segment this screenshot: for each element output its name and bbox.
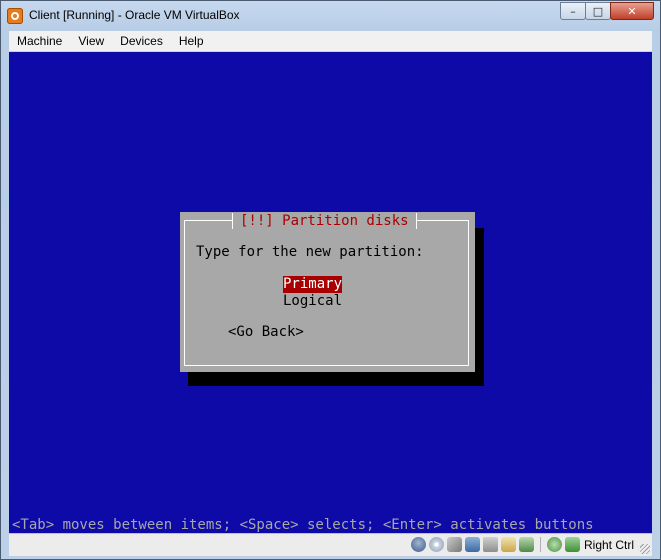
menu-help[interactable]: Help (171, 31, 212, 51)
keyboard-hint: <Tab> moves between items; <Space> selec… (12, 517, 594, 533)
maximize-button[interactable]: □ (585, 2, 611, 20)
shared-folders-icon[interactable] (501, 537, 516, 552)
go-back-button[interactable]: <Go Back> (228, 324, 304, 341)
keyboard-capture-icon[interactable] (565, 537, 580, 552)
option-primary[interactable]: Primary (283, 276, 343, 293)
resize-grip[interactable] (640, 544, 650, 554)
menu-machine[interactable]: Machine (9, 31, 70, 51)
dialog-title: [!!] Partition disks (232, 212, 417, 230)
option-logical[interactable]: Logical (283, 293, 342, 310)
virtualbox-app-icon[interactable] (7, 8, 23, 24)
status-icons (411, 537, 580, 552)
optical-drive-icon[interactable] (429, 537, 444, 552)
hard-disk-icon[interactable] (411, 537, 426, 552)
guest-screen[interactable]: [!!] Partition disks Type for the new pa… (9, 52, 652, 533)
menu-bar: Machine View Devices Help (9, 31, 652, 52)
virtualbox-window: Client [Running] - Oracle VM VirtualBox … (0, 0, 661, 560)
host-key-label: Right Ctrl (583, 538, 634, 552)
window-controls: – □ ✕ (560, 2, 654, 21)
network-icon[interactable] (465, 537, 480, 552)
status-bar: Right Ctrl (9, 533, 652, 556)
title-bar[interactable]: Client [Running] - Oracle VM VirtualBox … (1, 1, 660, 31)
partition-type-prompt: Type for the new partition: (196, 244, 424, 260)
minimize-button[interactable]: – (560, 2, 586, 20)
remote-display-icon[interactable] (519, 537, 534, 552)
floppy-icon[interactable] (447, 537, 462, 552)
usb-icon[interactable] (483, 537, 498, 552)
partition-dialog: [!!] Partition disks Type for the new pa… (180, 212, 475, 372)
mouse-integration-icon[interactable] (547, 537, 562, 552)
menu-devices[interactable]: Devices (112, 31, 171, 51)
menu-view[interactable]: View (70, 31, 112, 51)
status-separator (540, 537, 541, 552)
close-button[interactable]: ✕ (610, 2, 654, 20)
window-title: Client [Running] - Oracle VM VirtualBox (29, 8, 240, 22)
